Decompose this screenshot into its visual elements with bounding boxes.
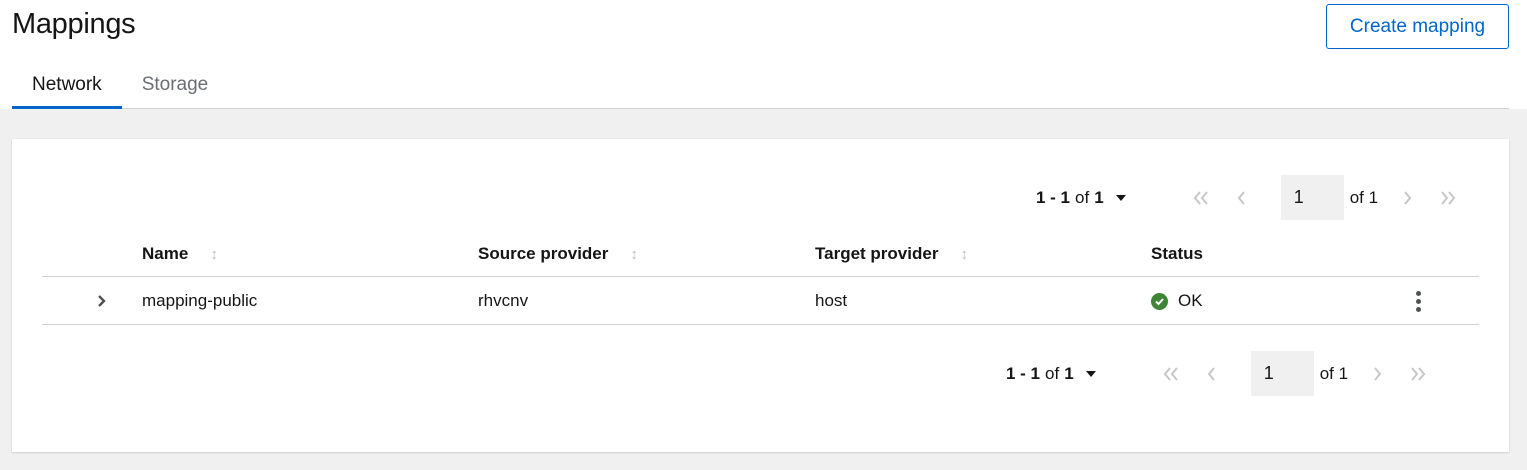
chevron-right-icon xyxy=(98,295,106,307)
pagination-range: 1 - 1 xyxy=(1036,187,1071,207)
pagination-toggle[interactable]: 1 - 1 of 1 xyxy=(1036,175,1126,220)
chevron-left-icon xyxy=(1237,190,1245,205)
pagination-of: of xyxy=(1045,363,1060,383)
double-chevron-left-icon xyxy=(1163,366,1178,381)
page-of-total: of 1 xyxy=(1319,363,1349,383)
table-header: Name ↕ Source provider ↕ Target provider… xyxy=(42,231,1479,277)
chevron-right-icon xyxy=(1404,190,1412,205)
status-text: OK xyxy=(1178,291,1203,310)
row-actions-kebab-icon[interactable] xyxy=(1406,278,1430,324)
pagination-bottom: 1 - 1 of 1 of 1 xyxy=(1006,351,1438,396)
create-mapping-button[interactable]: Create mapping xyxy=(1326,4,1509,49)
page-number-input[interactable] xyxy=(1250,351,1314,396)
prev-page-button[interactable] xyxy=(1191,351,1231,396)
expand-row-button[interactable] xyxy=(92,278,112,324)
last-page-button[interactable] xyxy=(1398,351,1438,396)
mappings-card: 1 - 1 of 1 of 1 Name ↕ Source provider ↕ xyxy=(12,139,1509,452)
next-page-button[interactable] xyxy=(1388,175,1428,220)
column-header-name[interactable]: Name ↕ xyxy=(142,231,218,277)
pagination-top: 1 - 1 of 1 of 1 xyxy=(1036,175,1468,220)
column-header-target-provider[interactable]: Target provider ↕ xyxy=(815,231,968,277)
page-number-input[interactable] xyxy=(1280,175,1344,220)
column-header-status: Status xyxy=(1151,244,1203,263)
cell-target-provider: host xyxy=(815,291,848,310)
page-title: Mappings xyxy=(12,8,136,40)
caret-down-icon xyxy=(1115,194,1126,201)
page-header: Mappings Create mapping Network Storage xyxy=(0,0,1527,109)
cell-status: OK xyxy=(1151,278,1203,324)
first-page-button[interactable] xyxy=(1151,351,1191,396)
next-page-button[interactable] xyxy=(1358,351,1398,396)
double-chevron-left-icon xyxy=(1193,190,1208,205)
last-page-button[interactable] xyxy=(1428,175,1468,220)
tab-storage[interactable]: Storage xyxy=(122,62,229,108)
table-row: mapping-public rhvcnv host OK xyxy=(42,278,1479,325)
chevron-right-icon xyxy=(1374,366,1382,381)
page-of-total: of 1 xyxy=(1349,187,1379,207)
pagination-toggle[interactable]: 1 - 1 of 1 xyxy=(1006,351,1096,396)
double-chevron-right-icon xyxy=(1441,190,1456,205)
cell-name[interactable]: mapping-public xyxy=(142,278,257,324)
pagination-total: 1 xyxy=(1064,363,1074,383)
first-page-button[interactable] xyxy=(1181,175,1221,220)
column-header-source-provider[interactable]: Source provider ↕ xyxy=(478,231,638,277)
pagination-range: 1 - 1 xyxy=(1006,363,1041,383)
prev-page-button[interactable] xyxy=(1221,175,1261,220)
sort-icon: ↕ xyxy=(210,245,218,263)
caret-down-icon xyxy=(1085,370,1096,377)
cell-source-provider: rhvcnv xyxy=(478,291,529,310)
tab-network[interactable]: Network xyxy=(12,62,122,109)
sort-icon: ↕ xyxy=(960,245,968,263)
sort-icon: ↕ xyxy=(630,245,638,263)
double-chevron-right-icon xyxy=(1411,366,1426,381)
pagination-total: 1 xyxy=(1094,187,1104,207)
chevron-left-icon xyxy=(1207,366,1215,381)
check-circle-icon xyxy=(1151,292,1168,310)
tab-bar: Network Storage xyxy=(12,62,1509,109)
pagination-of: of xyxy=(1075,187,1090,207)
